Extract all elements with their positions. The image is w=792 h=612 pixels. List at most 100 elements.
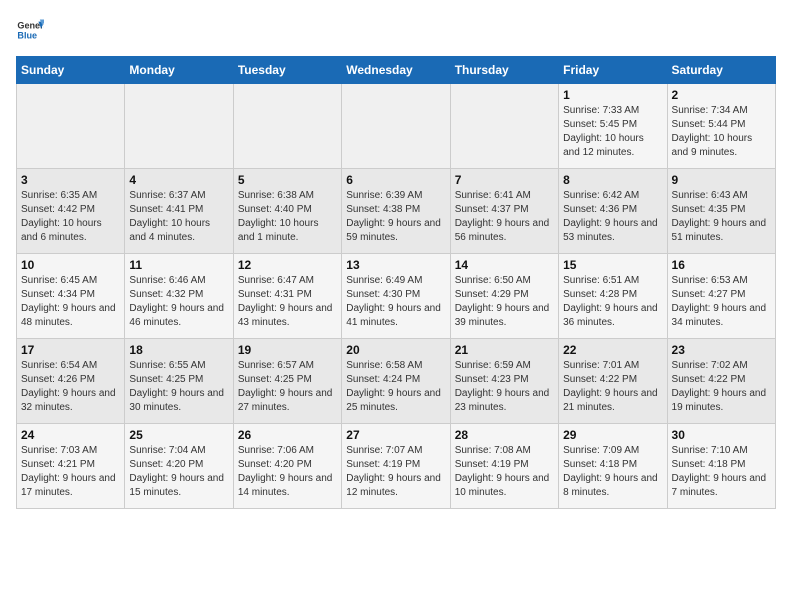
calendar-header-row: SundayMondayTuesdayWednesdayThursdayFrid… [17, 57, 776, 84]
logo-icon: General Blue [16, 16, 44, 44]
calendar-week-5: 24 Sunrise: 7:03 AM Sunset: 4:21 PM Dayli… [17, 424, 776, 509]
day-number: 22 [563, 343, 662, 357]
calendar-cell: 13 Sunrise: 6:49 AM Sunset: 4:30 PM Dayli… [342, 254, 450, 339]
day-info: Sunrise: 7:08 AM Sunset: 4:19 PM Dayligh… [455, 444, 554, 500]
calendar-cell: 2 Sunrise: 7:34 AM Sunset: 5:44 PM Daylig… [667, 84, 775, 169]
weekday-header-wednesday: Wednesday [342, 57, 450, 84]
day-number: 28 [455, 428, 554, 442]
day-number: 19 [238, 343, 337, 357]
day-info: Sunrise: 7:07 AM Sunset: 4:19 PM Dayligh… [346, 444, 445, 500]
calendar-cell: 5Sunrise: 6:38 AM Sunset: 4:40 PM Daylig… [233, 169, 341, 254]
day-number: 5 [238, 173, 337, 187]
day-info: Sunrise: 6:47 AM Sunset: 4:31 PM Dayligh… [238, 274, 337, 330]
day-number: 27 [346, 428, 445, 442]
day-number: 13 [346, 258, 445, 272]
calendar-cell: 6 Sunrise: 6:39 AM Sunset: 4:38 PM Daylig… [342, 169, 450, 254]
calendar-cell: 30Sunrise: 7:10 AM Sunset: 4:18 PM Dayli… [667, 424, 775, 509]
day-info: Sunrise: 7:04 AM Sunset: 4:20 PM Dayligh… [129, 444, 228, 500]
day-number: 9 [672, 173, 771, 187]
day-number: 4 [129, 173, 228, 187]
day-info: Sunrise: 6:37 AM Sunset: 4:41 PM Dayligh… [129, 189, 228, 245]
day-info: Sunrise: 7:33 AM Sunset: 5:45 PM Dayligh… [563, 104, 662, 160]
day-number: 6 [346, 173, 445, 187]
day-number: 26 [238, 428, 337, 442]
day-info: Sunrise: 6:53 AM Sunset: 4:27 PM Dayligh… [672, 274, 771, 330]
day-number: 17 [21, 343, 120, 357]
calendar-cell: 15 Sunrise: 6:51 AM Sunset: 4:28 PM Dayli… [559, 254, 667, 339]
calendar-cell: 3 Sunrise: 6:35 AM Sunset: 4:42 PM Daylig… [17, 169, 125, 254]
svg-text:Blue: Blue [17, 30, 37, 40]
calendar-cell [233, 84, 341, 169]
day-number: 15 [563, 258, 662, 272]
day-number: 21 [455, 343, 554, 357]
day-number: 24 [21, 428, 120, 442]
calendar-week-2: 3 Sunrise: 6:35 AM Sunset: 4:42 PM Daylig… [17, 169, 776, 254]
day-info: Sunrise: 7:01 AM Sunset: 4:22 PM Dayligh… [563, 359, 662, 415]
day-info: Sunrise: 6:50 AM Sunset: 4:29 PM Dayligh… [455, 274, 554, 330]
day-info: Sunrise: 6:54 AM Sunset: 4:26 PM Dayligh… [21, 359, 120, 415]
day-info: Sunrise: 6:39 AM Sunset: 4:38 PM Dayligh… [346, 189, 445, 245]
day-info: Sunrise: 6:41 AM Sunset: 4:37 PM Dayligh… [455, 189, 554, 245]
calendar-cell: 24 Sunrise: 7:03 AM Sunset: 4:21 PM Dayli… [17, 424, 125, 509]
calendar-cell: 28 Sunrise: 7:08 AM Sunset: 4:19 PM Dayli… [450, 424, 558, 509]
day-number: 18 [129, 343, 228, 357]
calendar-cell: 7 Sunrise: 6:41 AM Sunset: 4:37 PM Daylig… [450, 169, 558, 254]
calendar-cell: 8Sunrise: 6:42 AM Sunset: 4:36 PM Daylig… [559, 169, 667, 254]
weekday-header-saturday: Saturday [667, 57, 775, 84]
calendar-cell: 10 Sunrise: 6:45 AM Sunset: 4:34 PM Dayli… [17, 254, 125, 339]
day-info: Sunrise: 6:46 AM Sunset: 4:32 PM Dayligh… [129, 274, 228, 330]
day-number: 10 [21, 258, 120, 272]
day-info: Sunrise: 6:57 AM Sunset: 4:25 PM Dayligh… [238, 359, 337, 415]
page-header: General Blue [16, 16, 776, 44]
day-number: 25 [129, 428, 228, 442]
calendar-cell: 18 Sunrise: 6:55 AM Sunset: 4:25 PM Dayli… [125, 339, 233, 424]
day-info: Sunrise: 7:06 AM Sunset: 4:20 PM Dayligh… [238, 444, 337, 500]
day-number: 3 [21, 173, 120, 187]
weekday-header-thursday: Thursday [450, 57, 558, 84]
calendar-cell: 22 Sunrise: 7:01 AM Sunset: 4:22 PM Dayli… [559, 339, 667, 424]
calendar-cell: 19 Sunrise: 6:57 AM Sunset: 4:25 PM Dayli… [233, 339, 341, 424]
day-info: Sunrise: 6:45 AM Sunset: 4:34 PM Dayligh… [21, 274, 120, 330]
day-number: 12 [238, 258, 337, 272]
day-number: 2 [672, 88, 771, 102]
calendar-cell: 12 Sunrise: 6:47 AM Sunset: 4:31 PM Dayli… [233, 254, 341, 339]
calendar-week-4: 17 Sunrise: 6:54 AM Sunset: 4:26 PM Dayli… [17, 339, 776, 424]
day-info: Sunrise: 6:55 AM Sunset: 4:25 PM Dayligh… [129, 359, 228, 415]
day-info: Sunrise: 6:35 AM Sunset: 4:42 PM Dayligh… [21, 189, 120, 245]
day-number: 11 [129, 258, 228, 272]
weekday-header-monday: Monday [125, 57, 233, 84]
calendar-cell: 14Sunrise: 6:50 AM Sunset: 4:29 PM Dayli… [450, 254, 558, 339]
logo: General Blue [16, 16, 48, 44]
calendar-cell: 11 Sunrise: 6:46 AM Sunset: 4:32 PM Dayli… [125, 254, 233, 339]
calendar-cell: 9Sunrise: 6:43 AM Sunset: 4:35 PM Daylig… [667, 169, 775, 254]
day-info: Sunrise: 6:42 AM Sunset: 4:36 PM Dayligh… [563, 189, 662, 245]
weekday-header-tuesday: Tuesday [233, 57, 341, 84]
calendar-week-3: 10 Sunrise: 6:45 AM Sunset: 4:34 PM Dayli… [17, 254, 776, 339]
calendar-cell: 16 Sunrise: 6:53 AM Sunset: 4:27 PM Dayli… [667, 254, 775, 339]
day-info: Sunrise: 6:49 AM Sunset: 4:30 PM Dayligh… [346, 274, 445, 330]
day-info: Sunrise: 7:10 AM Sunset: 4:18 PM Dayligh… [672, 444, 771, 500]
day-info: Sunrise: 7:03 AM Sunset: 4:21 PM Dayligh… [21, 444, 120, 500]
calendar-cell: 20Sunrise: 6:58 AM Sunset: 4:24 PM Dayli… [342, 339, 450, 424]
day-info: Sunrise: 6:58 AM Sunset: 4:24 PM Dayligh… [346, 359, 445, 415]
calendar-cell [450, 84, 558, 169]
day-info: Sunrise: 7:02 AM Sunset: 4:22 PM Dayligh… [672, 359, 771, 415]
day-info: Sunrise: 7:34 AM Sunset: 5:44 PM Dayligh… [672, 104, 771, 160]
day-number: 29 [563, 428, 662, 442]
day-number: 23 [672, 343, 771, 357]
calendar-cell: 4 Sunrise: 6:37 AM Sunset: 4:41 PM Daylig… [125, 169, 233, 254]
weekday-header-friday: Friday [559, 57, 667, 84]
weekday-header-sunday: Sunday [17, 57, 125, 84]
calendar-cell: 23 Sunrise: 7:02 AM Sunset: 4:22 PM Dayli… [667, 339, 775, 424]
day-info: Sunrise: 6:51 AM Sunset: 4:28 PM Dayligh… [563, 274, 662, 330]
calendar-cell: 26 Sunrise: 7:06 AM Sunset: 4:20 PM Dayli… [233, 424, 341, 509]
calendar-cell: 17 Sunrise: 6:54 AM Sunset: 4:26 PM Dayli… [17, 339, 125, 424]
calendar-week-1: 1 Sunrise: 7:33 AM Sunset: 5:45 PM Daylig… [17, 84, 776, 169]
calendar-cell: 21 Sunrise: 6:59 AM Sunset: 4:23 PM Dayli… [450, 339, 558, 424]
day-number: 1 [563, 88, 662, 102]
day-info: Sunrise: 6:59 AM Sunset: 4:23 PM Dayligh… [455, 359, 554, 415]
day-number: 7 [455, 173, 554, 187]
calendar-cell [342, 84, 450, 169]
calendar-cell [125, 84, 233, 169]
day-number: 16 [672, 258, 771, 272]
